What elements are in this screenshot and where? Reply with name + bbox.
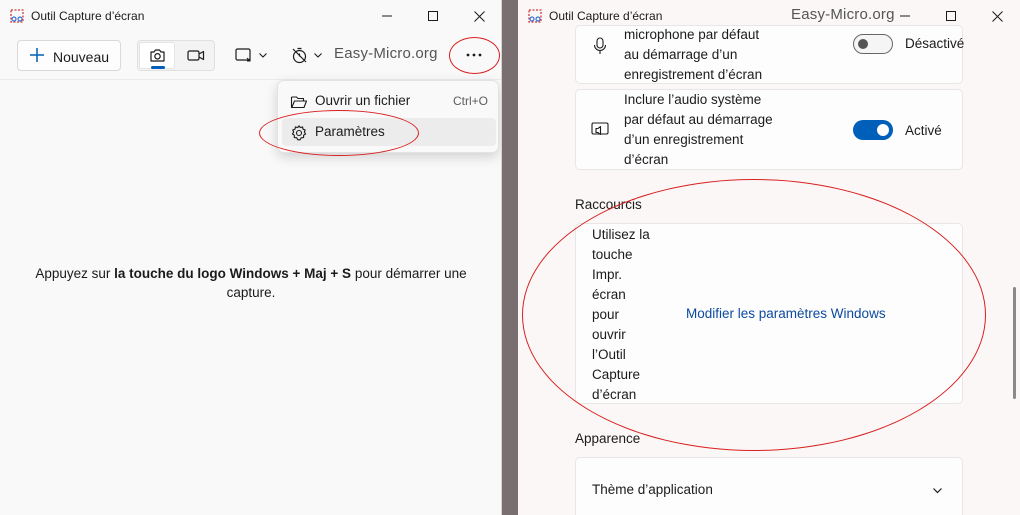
close-icon — [991, 10, 1003, 22]
see-more-button[interactable] — [456, 41, 492, 69]
snipping-tool-app-icon — [10, 9, 24, 23]
video-mode-button[interactable] — [178, 42, 214, 69]
maximize-icon — [428, 11, 438, 21]
camera-icon — [149, 49, 165, 62]
label-line: par défaut au démarrage — [624, 112, 773, 127]
speaker-screen-icon — [591, 122, 609, 136]
maximize-button[interactable] — [410, 0, 456, 32]
setting-label: microphone par défaut au démarrage d’un … — [624, 25, 762, 85]
folder-open-icon — [290, 96, 308, 109]
timer-off-icon — [292, 47, 307, 63]
theme-label: Thème d’application — [592, 482, 713, 497]
setting-label: Inclure l’audio système par défaut au dé… — [624, 90, 773, 170]
toggle-state: Désactivé — [905, 36, 965, 51]
text-line: ouvrir — [592, 327, 626, 342]
modify-windows-settings-link[interactable]: Modifier les paramètres Windows — [686, 306, 886, 321]
minimize-button[interactable] — [364, 0, 410, 32]
gear-icon — [291, 125, 307, 141]
capture-hint: Appuyez sur la touche du logo Windows + … — [10, 264, 492, 302]
shortcut-description: Utilisez la touche Impr. écran pour ouvr… — [592, 225, 650, 405]
text-line: pour — [592, 307, 620, 322]
minimize-icon — [382, 15, 392, 17]
text-line: Impr. — [592, 267, 623, 282]
screenshot-mode-button[interactable] — [139, 42, 175, 69]
new-capture-button[interactable]: Nouveau — [17, 40, 121, 71]
close-button[interactable] — [456, 0, 501, 32]
menu-item-label: Paramètres — [315, 124, 385, 139]
chevron-down-icon — [933, 488, 942, 494]
close-icon — [473, 10, 485, 22]
text-line: écran — [592, 287, 626, 302]
snipping-tool-window: Outil Capture d’écran Nouveau Easy-Micro… — [0, 0, 502, 515]
video-camera-icon — [187, 50, 205, 61]
text-line: l’Outil — [592, 347, 626, 362]
setting-card-microphone: microphone par défaut au démarrage d’un … — [575, 25, 965, 85]
label-line: au démarrage d’un — [624, 47, 738, 62]
hint-shortcut: la touche du logo Windows + Maj + S — [114, 266, 352, 281]
minimize-icon — [900, 15, 910, 17]
microphone-toggle[interactable] — [853, 34, 893, 54]
scrollbar-thumb[interactable] — [1013, 287, 1016, 399]
delay-timer-dropdown[interactable] — [291, 43, 327, 67]
selected-indicator — [151, 66, 165, 69]
text-line: touche — [592, 247, 633, 262]
watermark-text: Easy-Micro.org — [334, 45, 438, 62]
menu-item-settings[interactable]: Paramètres — [282, 118, 496, 146]
setting-card-print-screen: Utilisez la touche Impr. écran pour ouvr… — [575, 223, 963, 404]
label-line: d’écran — [624, 152, 669, 167]
hint-text-start: Appuyez sur — [35, 266, 115, 281]
menu-item-open-file[interactable]: Ouvrir un fichier Ctrl+O — [282, 87, 496, 115]
section-heading-shortcuts: Raccourcis — [575, 197, 642, 212]
label-line: Inclure l’audio système — [624, 92, 762, 107]
setting-card-system-audio: Inclure l’audio système par défaut au dé… — [575, 89, 963, 170]
window-title: Outil Capture d’écran — [31, 9, 145, 23]
close-button[interactable] — [974, 0, 1020, 32]
toggle-knob — [877, 124, 889, 136]
snipping-tool-settings-window: Outil Capture d’écran Easy-Micro.org mic… — [518, 0, 1020, 515]
more-options-icon — [466, 53, 482, 57]
menu-item-label: Ouvrir un fichier — [315, 93, 411, 108]
shortcut-hint: Ctrl+O — [452, 94, 488, 108]
plus-icon — [30, 48, 44, 62]
microphone-icon — [593, 37, 607, 54]
label-line: enregistrement d’écran — [624, 67, 763, 82]
chevron-down-icon — [259, 53, 267, 58]
text-line: d’écran — [592, 387, 637, 402]
chevron-down-icon — [314, 53, 322, 58]
setting-card-app-theme[interactable]: Thème d’application — [575, 457, 963, 515]
label-line: d’un enregistrement — [624, 132, 744, 147]
label-line: microphone par défaut — [624, 27, 760, 42]
new-capture-label: Nouveau — [53, 49, 110, 65]
text-line: Utilisez la — [592, 227, 650, 242]
window-title: Outil Capture d’écran — [549, 9, 663, 23]
section-heading-appearance: Apparence — [575, 431, 641, 446]
more-options-menu: Ouvrir un fichier Ctrl+O Paramètres — [277, 80, 499, 153]
maximize-icon — [946, 11, 956, 21]
rectangle-snip-icon — [235, 48, 251, 62]
toggle-state: Activé — [905, 123, 942, 138]
snip-shape-dropdown[interactable] — [235, 43, 271, 67]
title-bar: Outil Capture d’écran — [0, 0, 501, 32]
system-audio-toggle[interactable] — [853, 120, 893, 140]
watermark-text: Easy-Micro.org — [791, 6, 895, 23]
capture-mode-switch — [137, 40, 215, 71]
text-line: Capture — [592, 367, 641, 382]
toggle-knob — [858, 39, 868, 49]
snipping-tool-app-icon — [528, 9, 542, 23]
toolbar: Nouveau Easy-Micro.org — [0, 37, 501, 73]
